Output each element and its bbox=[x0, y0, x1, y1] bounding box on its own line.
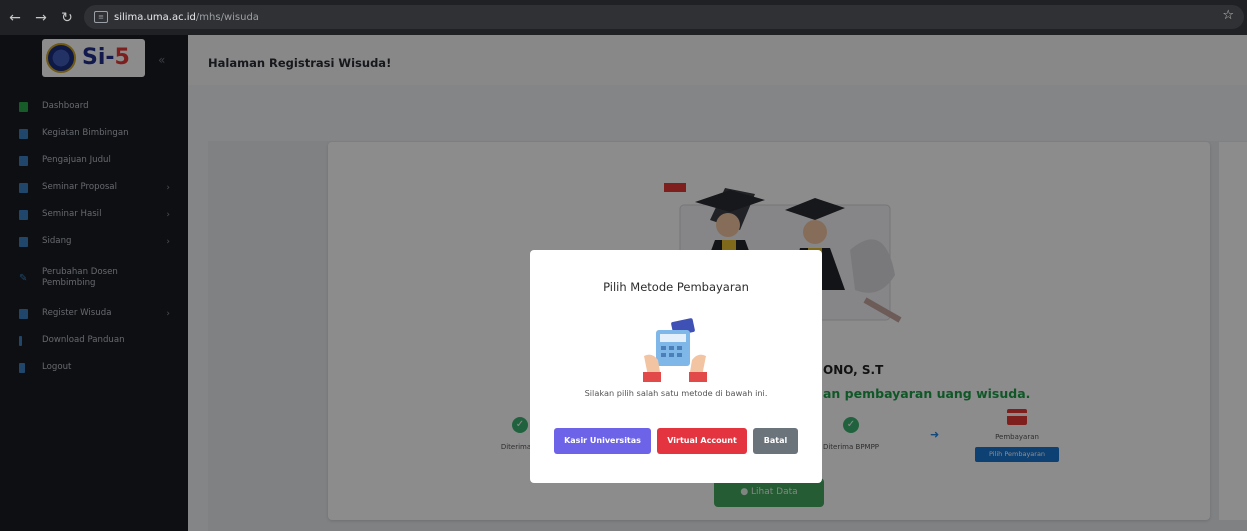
site-info-icon[interactable]: ≡ bbox=[94, 11, 108, 23]
kasir-universitas-button[interactable]: Kasir Universitas bbox=[554, 428, 651, 454]
browser-toolbar: ← → ↻ ≡ silima.uma.ac.id/mhs/wisuda ☆ bbox=[0, 0, 1247, 35]
virtual-account-button[interactable]: Virtual Account bbox=[657, 428, 747, 454]
bookmark-star-icon[interactable]: ☆ bbox=[1222, 8, 1234, 23]
forward-icon[interactable]: → bbox=[30, 10, 52, 26]
back-icon[interactable]: ← bbox=[4, 10, 26, 26]
modal-title: Pilih Metode Pembayaran bbox=[603, 280, 749, 294]
modal-description: Silakan pilih salah satu metode di bawah… bbox=[584, 388, 768, 398]
address-bar[interactable]: ≡ silima.uma.ac.id/mhs/wisuda ☆ bbox=[84, 5, 1244, 29]
reload-icon[interactable]: ↻ bbox=[56, 10, 78, 26]
payment-method-modal: Pilih Metode Pembayaran Silakan pilih sa… bbox=[530, 250, 822, 483]
payment-illustration bbox=[643, 318, 707, 382]
url-text: silima.uma.ac.id/mhs/wisuda bbox=[114, 11, 259, 23]
cancel-button[interactable]: Batal bbox=[753, 428, 798, 454]
